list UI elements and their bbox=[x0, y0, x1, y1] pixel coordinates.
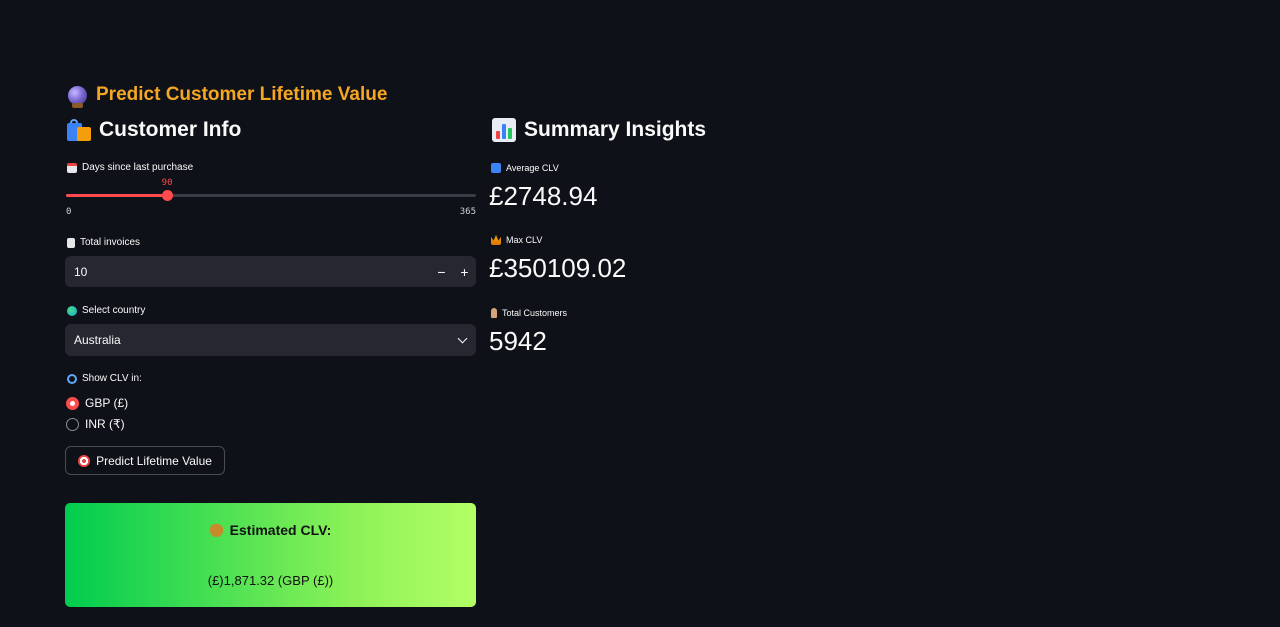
increment-button[interactable]: + bbox=[453, 256, 476, 287]
shopping-bags-icon bbox=[67, 119, 91, 141]
page-title: Predict Customer Lifetime Value bbox=[68, 84, 388, 108]
metric-average-clv-value: £2748.94 bbox=[489, 181, 598, 211]
radio-option-gbp-label: GBP (£) bbox=[85, 396, 129, 410]
metric-max-clv-label-text: Max CLV bbox=[506, 235, 543, 245]
slider-current-value: 90 bbox=[161, 178, 173, 188]
slider-max-label: 365 bbox=[459, 207, 476, 217]
page-title-text: Predict Customer Lifetime Value bbox=[96, 84, 388, 105]
bar-chart-icon bbox=[492, 118, 516, 142]
invoices-label-text: Total invoices bbox=[80, 237, 141, 248]
predict-button-label: Predict Lifetime Value bbox=[96, 453, 212, 468]
metric-total-customers-label-text: Total Customers bbox=[502, 308, 568, 318]
predict-lifetime-value-button[interactable]: Predict Lifetime Value bbox=[65, 446, 225, 475]
money-bag-icon bbox=[209, 523, 223, 537]
metric-max-clv-value: £350109.02 bbox=[489, 253, 627, 283]
slider-min-label: 0 bbox=[66, 207, 72, 217]
country-selected-value: Australia bbox=[74, 333, 121, 347]
customer-info-title: Customer Info bbox=[99, 118, 242, 141]
crown-icon bbox=[491, 235, 501, 245]
metric-average-clv-label-text: Average CLV bbox=[506, 163, 559, 173]
currency-cycle-icon bbox=[67, 373, 77, 384]
invoices-input-field[interactable]: 10 bbox=[65, 265, 430, 279]
invoices-label: Total invoices bbox=[67, 237, 140, 248]
radio-option-gbp[interactable]: GBP (£) bbox=[66, 396, 128, 410]
metric-total-customers-label: Total Customers bbox=[491, 308, 567, 318]
decrement-button[interactable]: − bbox=[430, 256, 453, 287]
radio-option-inr-label: INR (₹) bbox=[85, 417, 125, 431]
currency-label: Show CLV in: bbox=[67, 373, 142, 384]
target-icon bbox=[78, 454, 91, 467]
person-icon bbox=[491, 308, 497, 318]
estimated-clv-value: (£)1,871.32 (GBP (£)) bbox=[207, 573, 334, 588]
country-select[interactable]: Australia bbox=[65, 324, 476, 356]
metric-total-customers-value: 5942 bbox=[489, 326, 547, 356]
calendar-icon bbox=[67, 162, 77, 173]
radio-unselected-icon[interactable] bbox=[66, 417, 79, 431]
days-slider[interactable]: 90 0 365 bbox=[66, 176, 476, 220]
metric-max-clv-label: Max CLV bbox=[491, 235, 542, 245]
abacus-icon bbox=[491, 163, 501, 173]
estimated-clv-title: Estimated CLV: bbox=[65, 522, 476, 538]
days-slider-label: Days since last purchase bbox=[67, 162, 193, 173]
slider-fill bbox=[66, 194, 168, 197]
crystal-ball-icon bbox=[68, 85, 87, 108]
app-root: Predict Customer Lifetime Value Customer… bbox=[0, 0, 1280, 627]
country-label-text: Select country bbox=[82, 305, 146, 316]
customer-info-header: Customer Info bbox=[67, 118, 241, 142]
chevron-down-icon[interactable] bbox=[457, 333, 468, 343]
country-label: Select country bbox=[67, 305, 145, 316]
globe-icon bbox=[67, 305, 77, 316]
metric-average-clv-label: Average CLV bbox=[491, 163, 559, 173]
days-slider-label-text: Days since last purchase bbox=[82, 162, 194, 173]
estimated-clv-card: Estimated CLV: (£)1,871.32 (GBP (£)) bbox=[65, 503, 476, 607]
estimated-clv-title-text: Estimated CLV: bbox=[229, 522, 332, 538]
invoices-number-input: 10 − + bbox=[65, 256, 476, 287]
slider-thumb[interactable] bbox=[161, 190, 173, 201]
currency-label-text: Show CLV in: bbox=[82, 373, 142, 384]
receipt-icon bbox=[67, 237, 75, 248]
radio-selected-icon[interactable] bbox=[66, 396, 79, 410]
summary-insights-title: Summary Insights bbox=[524, 118, 707, 141]
summary-insights-header: Summary Insights bbox=[492, 118, 706, 142]
radio-option-inr[interactable]: INR (₹) bbox=[66, 417, 125, 431]
